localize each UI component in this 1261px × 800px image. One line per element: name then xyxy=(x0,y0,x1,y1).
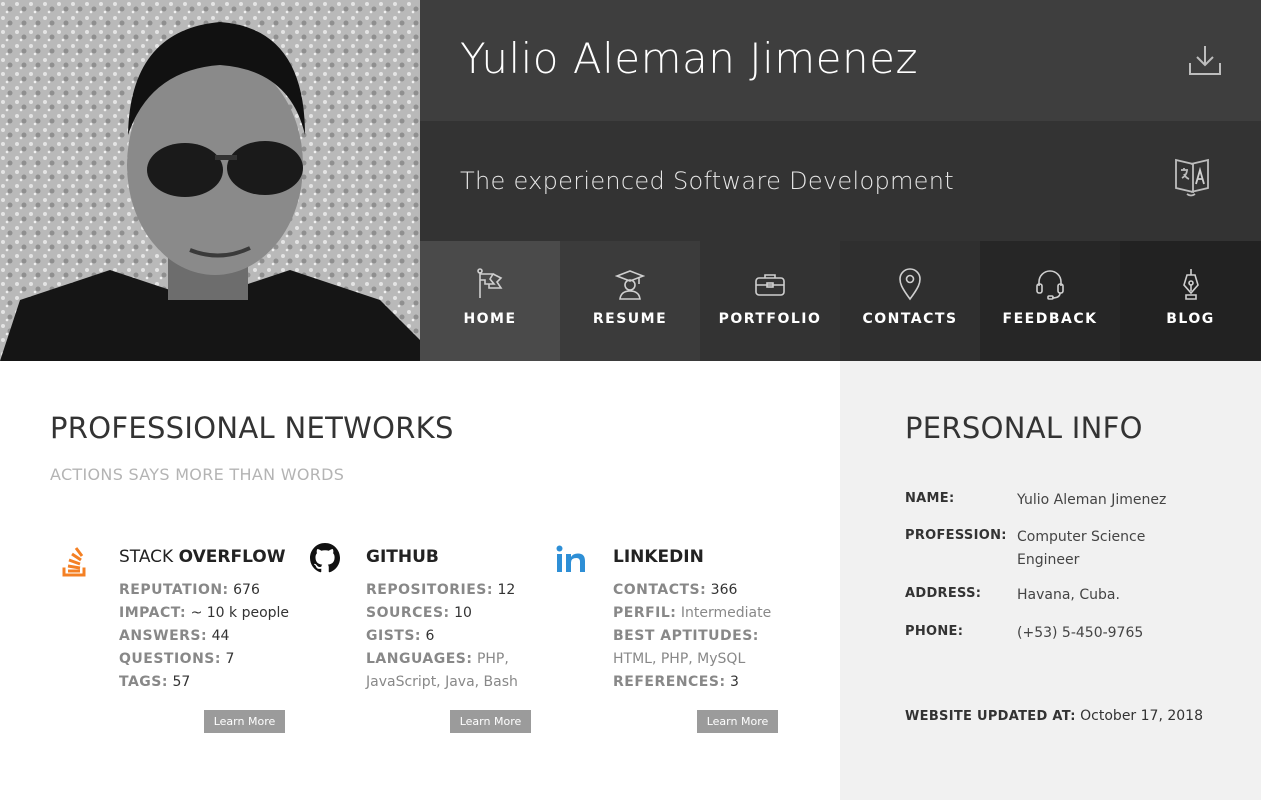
github-learn-more-button[interactable]: Learn More xyxy=(450,710,531,733)
tagline: The experienced Software Development xyxy=(460,167,954,195)
nav-home[interactable]: HOME xyxy=(420,241,560,361)
list-item: ANSWERS: 44 xyxy=(119,628,230,644)
person-name: Yulio Aleman Jimenez xyxy=(460,34,919,83)
stackoverflow-stats: REPUTATION: 676 IMPACT: ~ 10 k people AN… xyxy=(119,579,294,694)
linkedin-stats: CONTACTS: 366 PERFIL: Intermediate BEST … xyxy=(613,579,788,694)
list-item: BEST APTITUDES: HTML, PHP, MySQL xyxy=(613,628,759,667)
nav-feedback-label: FEEDBACK xyxy=(1002,311,1098,327)
linkedin-icon[interactable] xyxy=(556,545,592,581)
profile-photo xyxy=(0,0,420,361)
updated-label: WEBSITE UPDATED AT: xyxy=(905,709,1076,724)
map-pin-icon xyxy=(897,267,923,301)
list-item: PERFIL: Intermediate xyxy=(613,605,772,621)
website-updated: WEBSITE UPDATED AT: October 17, 2018 xyxy=(905,708,1203,724)
info-value: (+53) 5-450-9765 xyxy=(1017,625,1144,641)
linkedin-title: LINKEDIN xyxy=(613,547,704,567)
nav-blog-label: BLOG xyxy=(1166,311,1215,327)
info-value: Havana, Cuba. xyxy=(1017,587,1120,603)
github-title: GITHUB xyxy=(366,547,439,567)
stackoverflow-title: STACK OVERFLOW xyxy=(119,547,286,567)
list-item: CONTACTS: 366 xyxy=(613,582,738,598)
flag-icon xyxy=(475,267,505,301)
info-label: ADDRESS: xyxy=(905,586,982,601)
info-value: Yulio Aleman Jimenez xyxy=(1017,492,1167,508)
download-icon[interactable] xyxy=(1187,43,1223,77)
list-item: LANGUAGES: PHP, JavaScript, Java, Bash xyxy=(366,651,518,690)
personal-info-title: PERSONAL INFO xyxy=(905,411,1143,445)
name-bar: Yulio Aleman Jimenez xyxy=(420,0,1261,121)
nav-feedback[interactable]: FEEDBACK xyxy=(980,241,1120,361)
nav-home-label: HOME xyxy=(463,311,517,327)
list-item: GISTS: 6 xyxy=(366,628,435,644)
info-label: PHONE: xyxy=(905,624,964,639)
info-value: Computer Science Engineer xyxy=(1017,529,1146,568)
nav-portfolio-label: PORTFOLIO xyxy=(718,311,822,327)
nav-resume-label: RESUME xyxy=(592,311,668,327)
graduate-icon xyxy=(615,267,645,301)
nav-contacts-label: CONTACTS xyxy=(862,311,958,327)
headset-icon xyxy=(1034,267,1066,301)
linkedin-learn-more-button[interactable]: Learn More xyxy=(697,710,778,733)
personal-info-section: PERSONAL INFO NAME: Yulio Aleman Jimenez… xyxy=(840,361,1261,800)
nav-portfolio[interactable]: PORTFOLIO xyxy=(700,241,840,361)
translate-icon[interactable] xyxy=(1173,156,1211,198)
github-stats: REPOSITORIES: 12 SOURCES: 10 GISTS: 6 LA… xyxy=(366,579,526,694)
section-title: PROFESSIONAL NETWORKS xyxy=(50,411,454,445)
list-item: REPUTATION: 676 xyxy=(119,582,260,598)
site-header: Yulio Aleman Jimenez The experienced Sof… xyxy=(0,0,1261,361)
list-item: TAGS: 57 xyxy=(119,674,191,690)
github-icon[interactable] xyxy=(310,543,346,579)
list-item: QUESTIONS: 7 xyxy=(119,651,235,667)
info-label: NAME: xyxy=(905,491,955,506)
list-item: REPOSITORIES: 12 xyxy=(366,582,516,598)
main-nav: HOME RESUME PORTFOLIO CONTACTS FEEDBACK … xyxy=(420,241,1261,361)
stackoverflow-learn-more-button[interactable]: Learn More xyxy=(204,710,285,733)
nav-blog[interactable]: BLOG xyxy=(1120,241,1261,361)
nav-contacts[interactable]: CONTACTS xyxy=(840,241,980,361)
nav-resume[interactable]: RESUME xyxy=(560,241,700,361)
list-item: SOURCES: 10 xyxy=(366,605,472,621)
section-subtitle: ACTIONS SAYS MORE THAN WORDS xyxy=(50,465,345,484)
updated-value: October 17, 2018 xyxy=(1080,708,1203,724)
list-item: REFERENCES: 3 xyxy=(613,674,739,690)
tagline-bar: The experienced Software Development xyxy=(420,121,1261,241)
professional-networks-section: PROFESSIONAL NETWORKS ACTIONS SAYS MORE … xyxy=(0,361,840,800)
stackoverflow-icon[interactable] xyxy=(50,543,86,579)
info-label: PROFESSION: xyxy=(905,528,1007,543)
list-item: IMPACT: ~ 10 k people xyxy=(119,605,290,621)
briefcase-icon xyxy=(754,267,786,301)
pen-icon xyxy=(1180,267,1202,301)
